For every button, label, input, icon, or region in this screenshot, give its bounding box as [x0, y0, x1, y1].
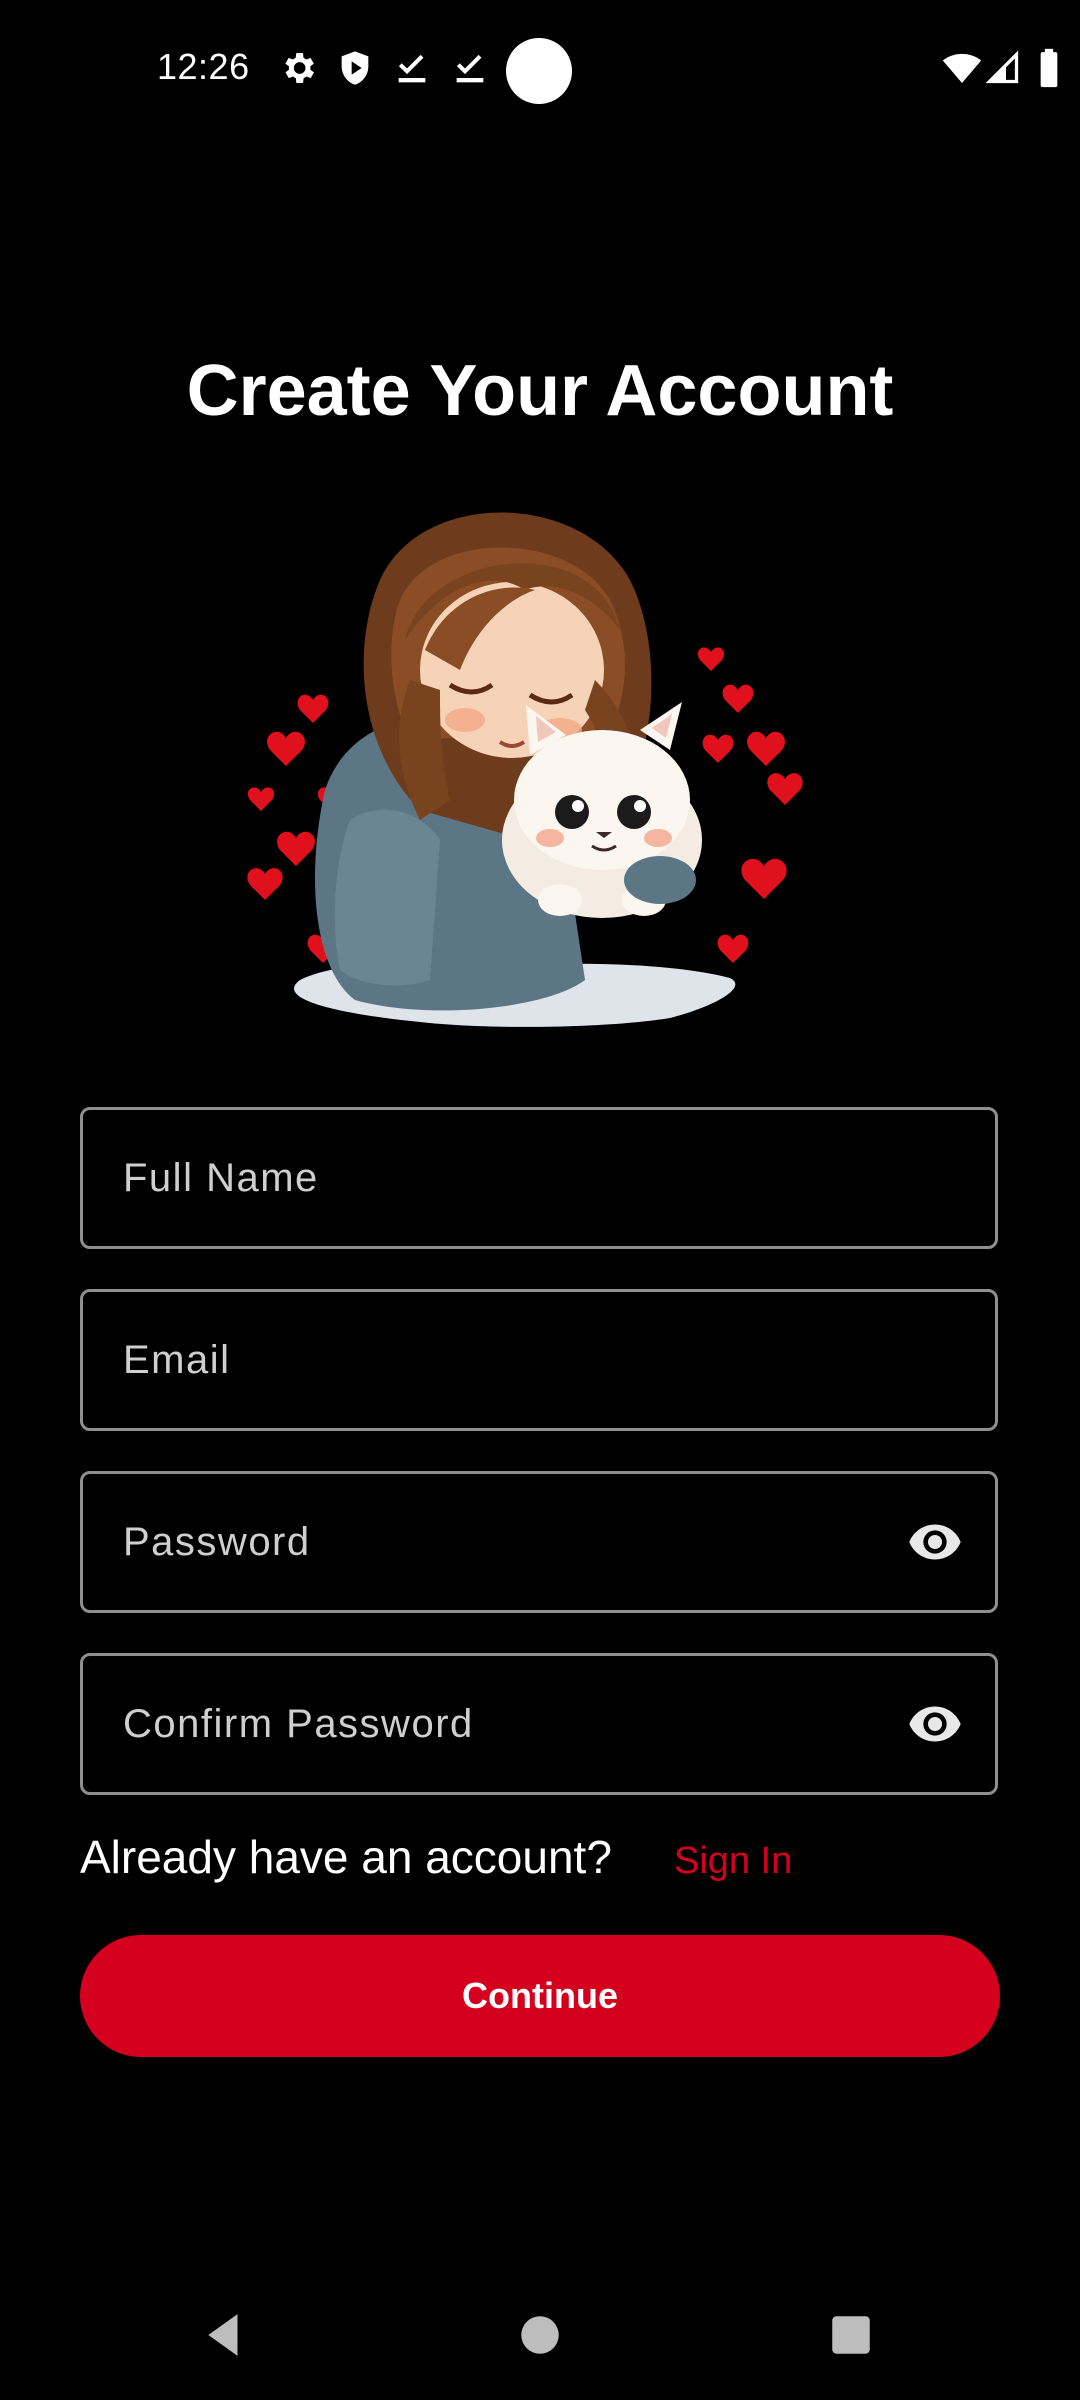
page-title: Create Your Account — [186, 351, 894, 431]
battery-icon — [1036, 48, 1062, 88]
back-icon[interactable] — [200, 2310, 250, 2360]
system-nav-bar — [0, 2280, 1080, 2390]
girl-hugging-cat-illustration — [230, 480, 850, 1060]
continue-button[interactable]: Continue — [80, 1935, 1000, 2057]
full-name-input[interactable] — [123, 1110, 883, 1246]
password-visibility-toggle[interactable] — [905, 1514, 965, 1570]
cell-signal-icon — [985, 48, 1021, 88]
download-done-icon — [392, 48, 432, 88]
shield-icon — [335, 48, 375, 88]
password-field[interactable] — [80, 1471, 998, 1613]
download-done-icon — [450, 48, 490, 88]
confirm-password-field[interactable] — [80, 1653, 998, 1795]
email-input[interactable] — [123, 1292, 883, 1428]
email-field[interactable] — [80, 1289, 998, 1431]
eye-icon — [909, 1706, 961, 1742]
camera-cutout — [506, 38, 572, 104]
app-screen: 12:26 Create Your Account Full Name Emai… — [0, 0, 1080, 2400]
signin-prompt: Already have an account? — [80, 1831, 612, 1883]
password-input[interactable] — [123, 1474, 883, 1610]
settings-icon — [278, 48, 318, 88]
eye-icon — [909, 1524, 961, 1560]
status-bar: 12:26 — [0, 0, 1080, 140]
sign-in-link[interactable]: Sign In — [674, 1840, 792, 1883]
confirm-password-input[interactable] — [123, 1656, 883, 1792]
wifi-icon — [940, 48, 984, 88]
full-name-field[interactable] — [80, 1107, 998, 1249]
recents-icon[interactable] — [826, 2310, 876, 2360]
status-time: 12:26 — [157, 46, 250, 87]
confirm-password-visibility-toggle[interactable] — [905, 1696, 965, 1752]
home-icon[interactable] — [515, 2310, 565, 2360]
